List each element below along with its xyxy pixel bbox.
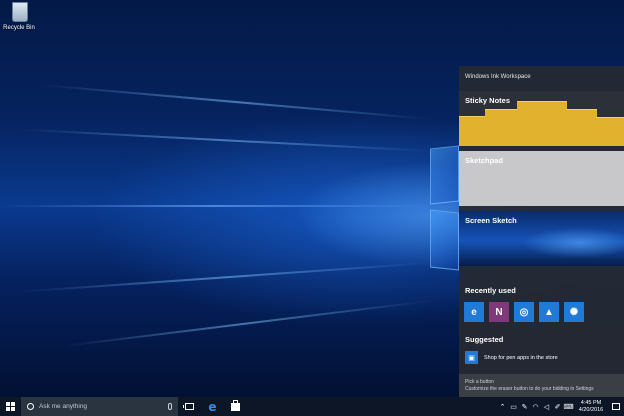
keyboard-icon[interactable]: ⌨: [563, 403, 574, 411]
store-taskbar-button[interactable]: [224, 397, 247, 416]
shop-pen-apps-label: Shop for pen apps in the store: [484, 354, 558, 361]
windows-logo-icon: [6, 402, 15, 411]
windows-ink-workspace-panel: Windows Ink Workspace Sticky Notes Sketc…: [459, 66, 624, 397]
onenote-icon[interactable]: N: [489, 302, 509, 322]
microphone-icon[interactable]: [168, 403, 172, 410]
cortana-search-box[interactable]: Ask me anything: [21, 397, 178, 416]
recently-used-heading: Recently used: [465, 286, 516, 295]
screen-sketch-label: Screen Sketch: [465, 216, 517, 225]
system-tray: ⌃ ▭ ✎ ◠ ◁ ✐ ⌨ 4:45 PM 4/20/2016: [497, 397, 624, 416]
pen-icon[interactable]: ✐: [552, 403, 563, 411]
store-icon: ▣: [465, 351, 478, 364]
wifi-icon[interactable]: ◠: [530, 403, 541, 411]
notifications-icon: [612, 403, 620, 410]
task-view-button[interactable]: [178, 397, 201, 416]
taskbar: Ask me anything e ⌃ ▭ ✎ ◠ ◁ ✐ ⌨ 4:45 PM …: [0, 397, 624, 416]
network-icon[interactable]: ▭: [508, 403, 519, 411]
store-icon: [231, 399, 240, 411]
tips-icon[interactable]: ✺: [564, 302, 584, 322]
volume-icon[interactable]: ◁: [541, 403, 552, 411]
recycle-bin-desktop-icon[interactable]: Recycle Bin: [2, 2, 38, 31]
task-view-icon: [183, 403, 194, 410]
clock[interactable]: 4:45 PM 4/20/2016: [574, 400, 608, 414]
sketchpad-label: Sketchpad: [465, 156, 503, 165]
cortana-icon: [27, 403, 34, 410]
start-button[interactable]: [0, 397, 21, 416]
tip-description: Customize the eraser button to do your b…: [465, 386, 594, 392]
search-placeholder: Ask me anything: [39, 403, 88, 410]
chevron-up-icon[interactable]: ⌃: [497, 403, 508, 411]
panel-title: Windows Ink Workspace: [465, 74, 531, 80]
sticky-notes-tile[interactable]: Sticky Notes: [459, 91, 624, 146]
sketchpad-tile[interactable]: Sketchpad: [459, 151, 624, 206]
recycle-bin-label: Recycle Bin: [3, 25, 35, 31]
pen-tip-banner[interactable]: Pick a button Customize the eraser butto…: [459, 374, 624, 397]
edge-icon: e: [208, 399, 217, 414]
clock-date: 4/20/2016: [578, 406, 604, 413]
sticky-notes-label: Sticky Notes: [465, 96, 511, 105]
clock-time: 4:45 PM: [580, 399, 602, 406]
screen-sketch-tile[interactable]: Screen Sketch: [459, 211, 624, 266]
recently-used-apps: e N ◎ ▲ ✺: [464, 302, 584, 322]
edge-icon[interactable]: e: [464, 302, 484, 322]
recycle-bin-icon: [12, 2, 28, 22]
tip-title: Pick a button: [465, 379, 494, 385]
pen-workspace-icon[interactable]: ✎: [519, 403, 530, 411]
suggested-heading: Suggested: [465, 335, 504, 344]
action-center-button[interactable]: [608, 403, 624, 410]
shop-pen-apps-link[interactable]: ▣ Shop for pen apps in the store: [465, 351, 558, 364]
maps-icon[interactable]: ◎: [514, 302, 534, 322]
edge-taskbar-button[interactable]: e: [201, 397, 224, 416]
photos-icon[interactable]: ▲: [539, 302, 559, 322]
